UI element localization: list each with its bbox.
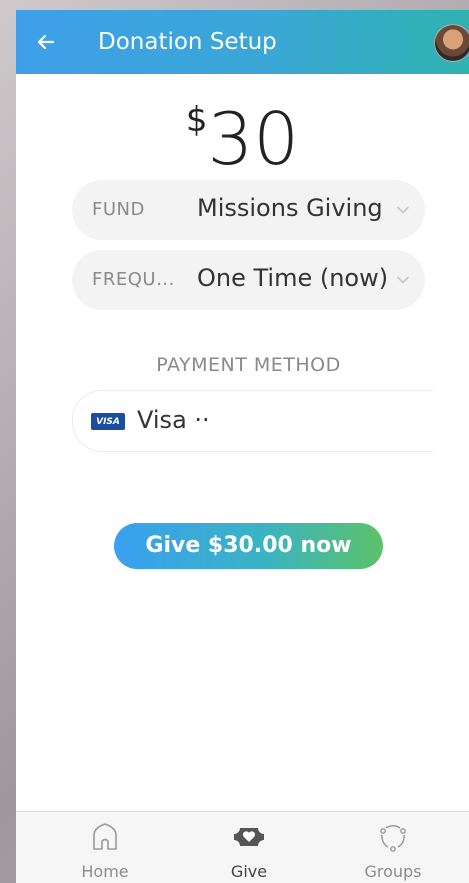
- groups-icon: [380, 825, 406, 852]
- phone-screen: Donation Setup $30 FUND Missions Giving …: [16, 10, 469, 883]
- tab-groups-label: Groups: [364, 862, 422, 881]
- give-now-button[interactable]: Give $30.00 now: [114, 523, 383, 569]
- bottom-tab-bar: Home Give Groups: [16, 811, 469, 883]
- tab-home-label: Home: [81, 862, 129, 881]
- frequency-label: FREQU...: [92, 269, 175, 290]
- donation-amount[interactable]: $30: [16, 96, 469, 182]
- chevron-down-icon: [397, 276, 409, 284]
- amount-value: 30: [207, 97, 300, 181]
- payment-method-card[interactable]: VISA Visa ··: [72, 390, 433, 452]
- give-icon: [234, 828, 264, 846]
- frequency-value: One Time (now): [197, 264, 389, 292]
- payment-card-text: Visa ··: [137, 406, 210, 434]
- tab-groups[interactable]: Groups: [323, 812, 463, 883]
- avatar[interactable]: [434, 24, 469, 62]
- tab-home[interactable]: Home: [35, 812, 175, 883]
- fund-label: FUND: [92, 199, 145, 220]
- tab-give[interactable]: Give: [179, 812, 319, 883]
- currency-symbol: $: [185, 100, 208, 140]
- visa-logo-icon: VISA: [91, 413, 125, 430]
- fund-value: Missions Giving: [197, 194, 383, 222]
- frequency-selector[interactable]: FREQU... One Time (now): [72, 250, 425, 310]
- back-button[interactable]: [30, 26, 62, 58]
- payment-method-heading: PAYMENT METHOD: [156, 354, 341, 376]
- fund-selector[interactable]: FUND Missions Giving: [72, 180, 425, 240]
- home-icon: [93, 823, 117, 850]
- app-header: Donation Setup: [16, 10, 469, 74]
- tab-give-label: Give: [230, 862, 268, 881]
- chevron-down-icon: [397, 206, 409, 214]
- page-title: Donation Setup: [98, 29, 277, 55]
- arrow-left-icon: [37, 34, 55, 50]
